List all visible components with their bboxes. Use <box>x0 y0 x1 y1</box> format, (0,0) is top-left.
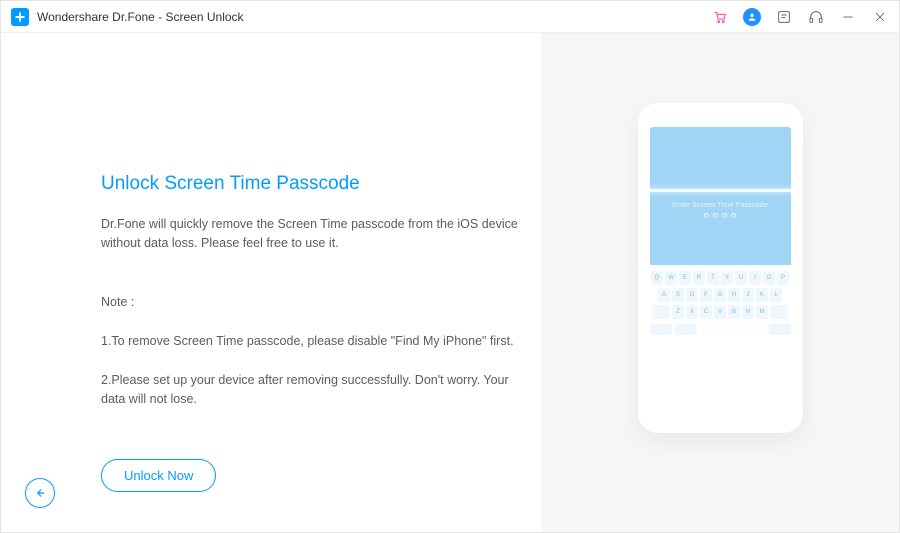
passcode-dot <box>713 213 718 218</box>
keyboard-key: Q <box>651 271 663 285</box>
keyboard-key: Y <box>721 271 733 285</box>
keyboard-key: F <box>700 288 712 302</box>
keyboard-key: U <box>735 271 747 285</box>
feedback-icon[interactable] <box>775 8 793 26</box>
keyboard-return-key <box>769 324 791 335</box>
keyboard-shift-key <box>652 305 670 319</box>
phone-screen: Enter Screen Time Passcode <box>650 127 791 265</box>
keyboard-key: I <box>749 271 761 285</box>
note-label: Note : <box>101 293 521 312</box>
app-window: Wondershare Dr.Fone - Screen Unlock <box>0 0 900 533</box>
profile-icon[interactable] <box>743 8 761 26</box>
keyboard-key: H <box>728 288 740 302</box>
keyboard-key: T <box>707 271 719 285</box>
keyboard-key: J <box>742 288 754 302</box>
keyboard-key: N <box>742 305 754 319</box>
titlebar-actions <box>711 8 889 26</box>
keyboard-key: B <box>728 305 740 319</box>
keyboard-key: L <box>770 288 782 302</box>
right-panel: Enter Screen Time Passcode QWERTYUIOP AS… <box>541 33 899 532</box>
left-panel: Unlock Screen Time Passcode Dr.Fone will… <box>1 33 541 532</box>
phone-prompt: Enter Screen Time Passcode <box>672 202 768 209</box>
keyboard-key: D <box>686 288 698 302</box>
page-description: Dr.Fone will quickly remove the Screen T… <box>101 215 521 254</box>
keyboard-key: X <box>686 305 698 319</box>
passcode-dot <box>731 213 736 218</box>
close-button[interactable] <box>871 8 889 26</box>
keyboard-key: Z <box>672 305 684 319</box>
back-button[interactable] <box>25 478 55 508</box>
phone-mockup: Enter Screen Time Passcode QWERTYUIOP AS… <box>638 103 803 433</box>
keyboard-backspace-key <box>770 305 788 319</box>
titlebar: Wondershare Dr.Fone - Screen Unlock <box>1 1 899 33</box>
scan-line-icon <box>644 189 797 192</box>
keyboard-key: G <box>714 288 726 302</box>
keyboard-key: K <box>756 288 768 302</box>
unlock-now-button[interactable]: Unlock Now <box>101 459 216 492</box>
passcode-dots <box>704 213 736 218</box>
keyboard-key: V <box>714 305 726 319</box>
note-block: Note : 1.To remove Screen Time passcode,… <box>101 274 521 429</box>
headset-icon[interactable] <box>807 8 825 26</box>
minimize-button[interactable] <box>839 8 857 26</box>
keyboard-key: R <box>693 271 705 285</box>
page-heading: Unlock Screen Time Passcode <box>101 173 521 195</box>
keyboard-key: A <box>658 288 670 302</box>
keyboard-symbol-key <box>650 324 672 335</box>
app-title: Wondershare Dr.Fone - Screen Unlock <box>37 10 711 24</box>
keyboard-emoji-key <box>675 324 697 335</box>
keyboard-key: S <box>672 288 684 302</box>
app-logo-icon <box>11 8 29 26</box>
passcode-dot <box>722 213 727 218</box>
note-line-1: 1.To remove Screen Time passcode, please… <box>101 332 521 351</box>
keyboard-key: W <box>665 271 677 285</box>
cart-icon[interactable] <box>711 8 729 26</box>
keyboard-key: M <box>756 305 768 319</box>
keyboard-key: C <box>700 305 712 319</box>
keyboard-space-key <box>700 324 766 335</box>
passcode-dot <box>704 213 709 218</box>
note-line-2: 2.Please set up your device after removi… <box>101 371 521 410</box>
phone-keyboard: QWERTYUIOP ASDFGHJKL ZXCVBNM <box>650 271 791 415</box>
content-area: Unlock Screen Time Passcode Dr.Fone will… <box>1 33 899 532</box>
keyboard-key: O <box>763 271 775 285</box>
keyboard-key: E <box>679 271 691 285</box>
keyboard-key: P <box>777 271 789 285</box>
